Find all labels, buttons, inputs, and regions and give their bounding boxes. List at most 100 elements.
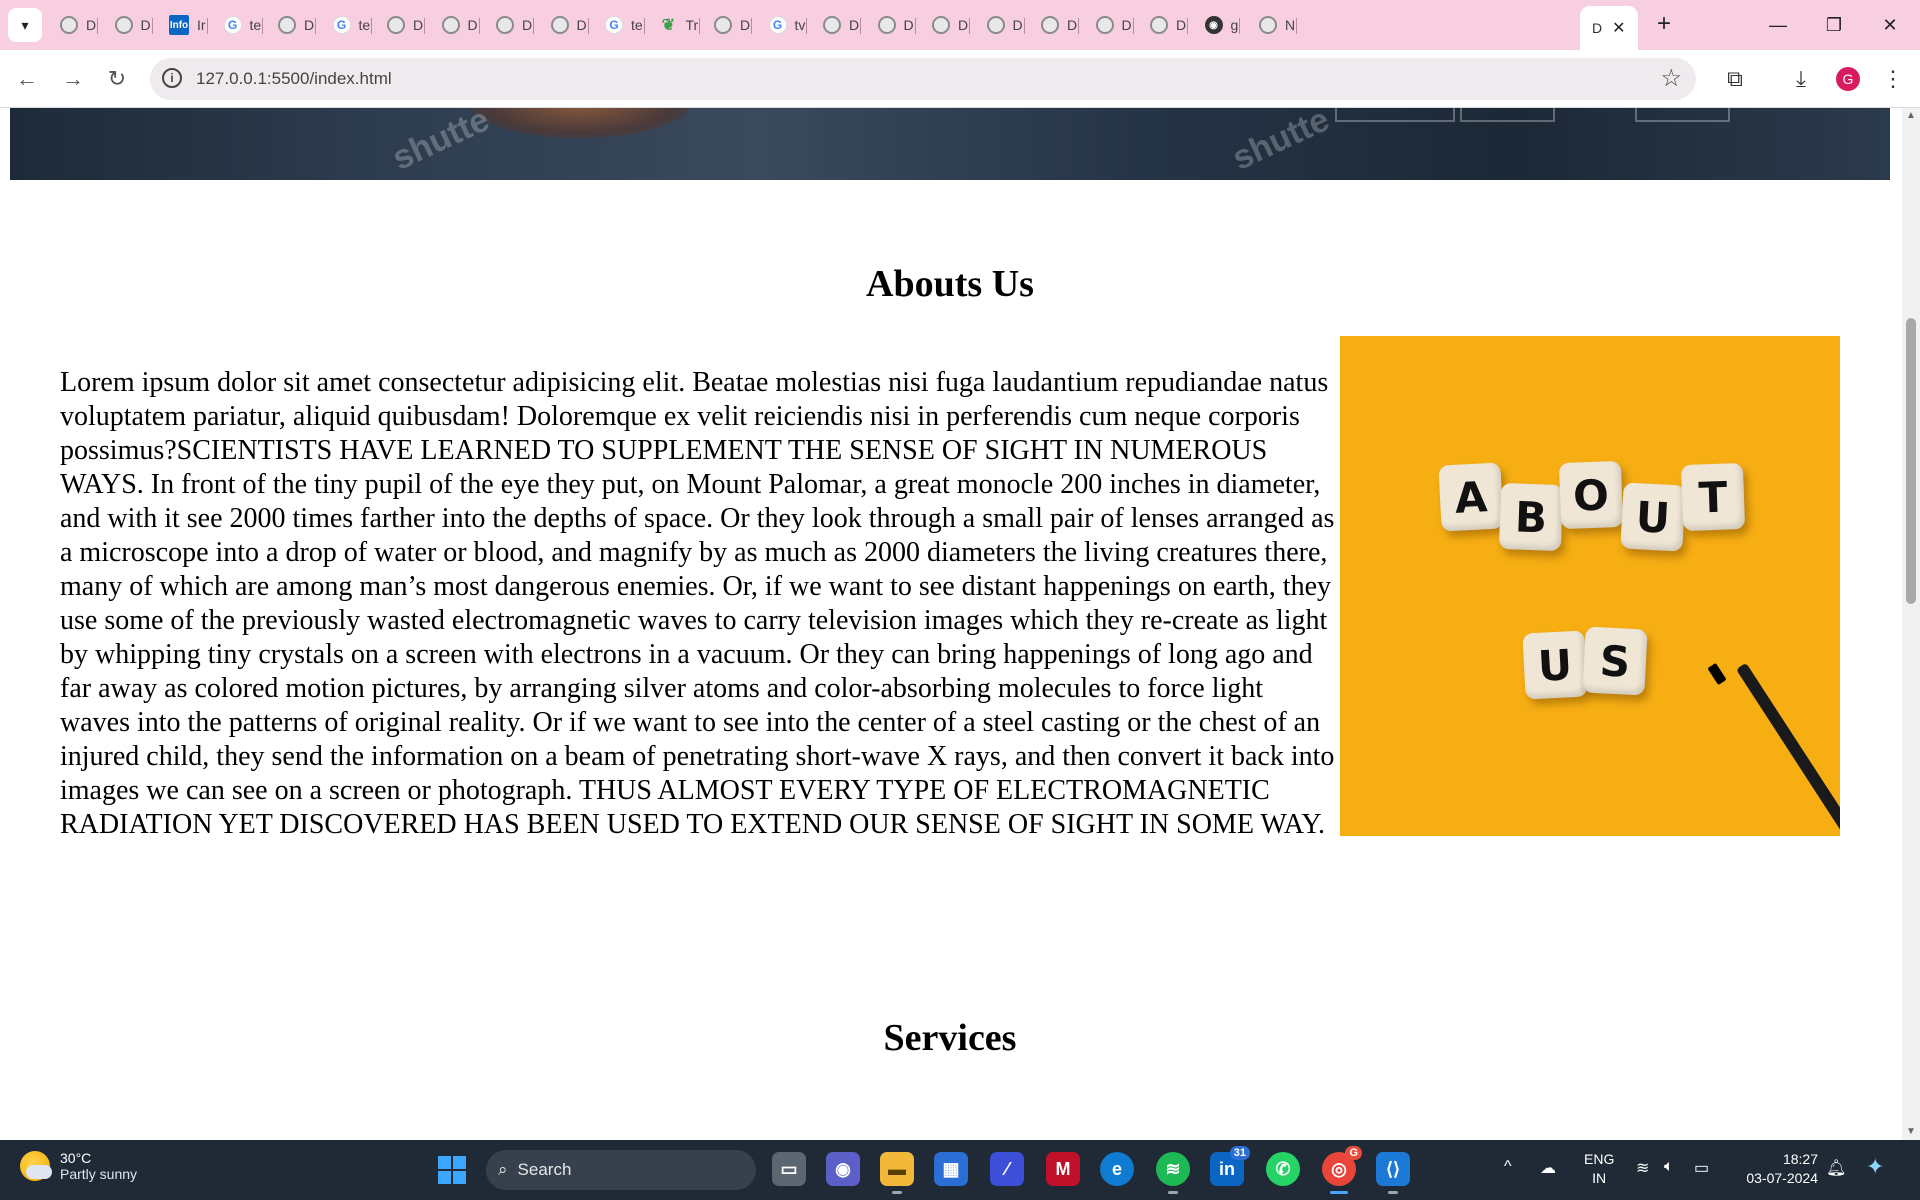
tab-label: te [358,17,371,33]
clock[interactable]: 18:27 03-07-2024 [1738,1150,1818,1188]
browser-tab[interactable]: Gte [325,10,373,40]
notification-bell-icon[interactable]: 🔔︎ [1826,1158,1846,1178]
browser-tab[interactable]: D [434,10,480,40]
more-menu-icon[interactable]: ⋮ [1876,62,1910,96]
active-tab[interactable]: D ✕ [1580,6,1638,50]
browser-tab[interactable]: D [488,10,535,40]
bookmark-star-icon[interactable]: ☆ [1660,64,1682,93]
taskbar-search[interactable]: ⌕ Search [486,1150,756,1190]
tab-separator [587,18,589,34]
restore-button[interactable]: ❐ [1806,8,1862,42]
browser-tab[interactable]: D [1033,10,1080,40]
volume-icon[interactable]: 🔈︎ [1664,1158,1674,1176]
address-bar[interactable]: i 127.0.0.1:5500/index.html ☆ [150,58,1696,100]
reload-button[interactable]: ↻ [102,64,132,94]
tab-label: te [249,17,262,33]
profile-avatar[interactable]: G [1836,67,1860,91]
tab-separator [533,18,535,34]
hero-frame [1460,108,1555,122]
browser-tab[interactable]: D [270,10,317,40]
file-explorer-icon[interactable]: ▬ [880,1152,914,1194]
tab-separator [969,18,971,34]
extensions-icon[interactable]: ⧉ [1718,62,1752,96]
browser-tab[interactable]: D [107,10,153,40]
tab-label: D [413,17,424,33]
chrome-icon[interactable]: ◎ G [1322,1146,1362,1194]
tab-separator [751,18,753,34]
tab-label: D [467,17,478,33]
browser-tab[interactable]: D [706,10,753,40]
tab-label: D [304,17,315,33]
tab-label: te [631,17,643,33]
arrow-left-icon: ← [16,66,38,91]
browser-tab[interactable]: D [979,10,1025,40]
browser-tab[interactable]: ❦ Tr [652,10,701,40]
browser-tab[interactable]: N [1251,10,1298,40]
vscode-icon[interactable]: ⟨⟩ [1376,1152,1410,1194]
site-info-icon[interactable]: i [162,68,182,88]
linkedin-icon[interactable]: in 31 [1210,1146,1250,1186]
onedrive-icon[interactable]: ☁ [1540,1158,1556,1178]
browser-tab[interactable]: D [379,10,426,40]
scroll-down-icon[interactable]: ▼ [1906,1126,1916,1137]
teams-chat-icon[interactable]: ◉ [826,1152,860,1186]
globe-icon [278,16,296,34]
minimize-button[interactable]: — [1750,8,1806,42]
scrollbar-thumb[interactable] [1906,318,1916,604]
browser-tab[interactable]: D [543,10,589,40]
letter-cube: O [1558,460,1624,530]
browser-tab[interactable]: D [924,10,971,40]
browser-tab[interactable]: Gte [216,10,264,40]
tab-label: D [958,17,969,33]
close-tab-icon[interactable]: ✕ [1612,18,1625,38]
active-tab-label: D [1592,20,1603,36]
browser-tab[interactable]: D [1088,10,1134,40]
whiteboard-icon[interactable]: ⁄ [990,1152,1024,1186]
language-indicator[interactable]: ENG IN [1584,1150,1614,1188]
tab-label: D [849,17,860,33]
whatsapp-icon[interactable]: ✆ [1266,1152,1300,1186]
minimize-icon: — [1769,14,1787,35]
weather-widget[interactable]: 30°C Partly sunny [20,1150,137,1182]
clock-date: 03-07-2024 [1746,1170,1818,1186]
start-button[interactable] [438,1156,466,1184]
browser-tab[interactable]: D [815,10,862,40]
browser-tab[interactable]: Gtv [761,10,808,40]
chrome-profile-badge: G [1345,1146,1362,1160]
spotify-icon[interactable]: ≋ [1156,1152,1190,1194]
url-text[interactable]: 127.0.0.1:5500/index.html [196,69,392,89]
mcafee-icon[interactable]: M [1046,1152,1080,1186]
about-image: ABOUT US [1340,336,1840,836]
wifi-icon[interactable]: ≋ [1636,1158,1649,1178]
tab-search-button[interactable]: ▾ [8,8,42,42]
browser-tab[interactable]: D [870,10,916,40]
task-view-icon[interactable]: ▭ [772,1152,806,1186]
show-hidden-icons[interactable]: ^ [1504,1158,1512,1176]
tab-label: tv [794,17,806,33]
forward-button[interactable]: → [58,64,88,94]
page-scrollbar[interactable]: ▲ ▼ [1902,108,1920,1140]
browser-tab[interactable]: Info Ir [161,10,208,40]
edge-icon[interactable]: e [1100,1152,1134,1186]
globe-icon [387,16,405,34]
hero-frame [1635,108,1730,122]
browser-tab[interactable]: D [52,10,99,40]
browser-tab[interactable]: Gte [597,10,645,40]
new-tab-button[interactable]: + [1650,10,1678,38]
letter-cube: A [1438,462,1504,532]
close-window-button[interactable]: ✕ [1862,8,1918,42]
tab-label: D [1121,17,1132,33]
download-icon[interactable]: ⤓ [1784,62,1818,96]
pen-illustration [1735,662,1840,836]
browser-tab[interactable]: D [1142,10,1189,40]
letter-cube: T [1680,462,1746,532]
battery-icon[interactable]: ▭ [1694,1158,1709,1178]
browser-tab[interactable]: ◉ g [1197,10,1241,40]
back-button[interactable]: ← [12,64,42,94]
tab-label: Tr [685,17,699,33]
scroll-up-icon[interactable]: ▲ [1906,110,1916,121]
windows-logo-icon [453,1171,466,1184]
copilot-icon[interactable]: ✦ [1866,1154,1884,1180]
microsoft-store-icon[interactable]: ▦ [934,1152,968,1186]
pen-tip [1707,662,1727,686]
